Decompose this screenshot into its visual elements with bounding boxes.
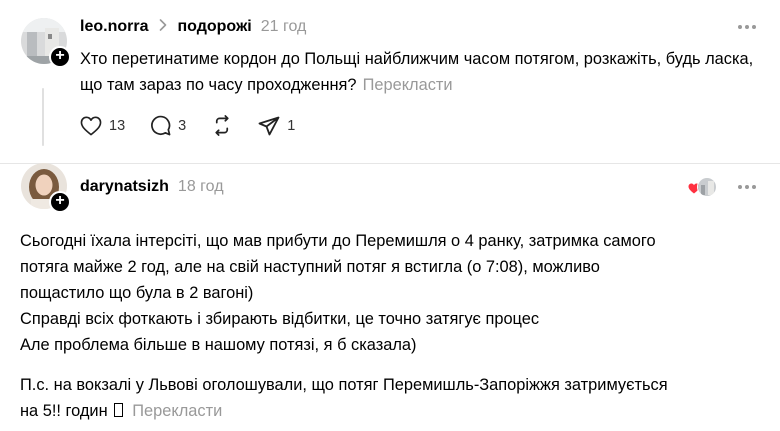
post-username[interactable]: leo.norra xyxy=(80,18,148,36)
reply-line: П.с. на вокзалі у Львові оголошували, що… xyxy=(20,376,668,394)
reply-username[interactable]: darynatsizh xyxy=(80,178,169,196)
reply-header: darynatsizh 18 год xyxy=(80,176,224,198)
follow-plus-icon[interactable]: + xyxy=(49,46,71,68)
share-button[interactable]: 1 xyxy=(258,116,295,136)
send-icon xyxy=(258,116,280,136)
share-count: 1 xyxy=(287,117,296,134)
post-author-avatar[interactable]: + xyxy=(21,18,71,68)
reply-line: Сьогодні їхала інтерсіті, що мав прибути… xyxy=(20,232,656,250)
follow-plus-icon[interactable]: + xyxy=(49,191,71,213)
like-count: 13 xyxy=(109,117,126,134)
comment-count: 3 xyxy=(178,117,187,134)
chevron-right-icon xyxy=(159,18,167,36)
heart-icon xyxy=(80,116,102,136)
reply-line: потяга майже 2 год, але на свій наступни… xyxy=(20,258,600,276)
repost-icon xyxy=(211,115,233,136)
more-dots-icon[interactable] xyxy=(738,185,756,189)
post-text: Хто перетинатиме кордон до Польщі найбли… xyxy=(80,46,770,98)
reply-line: Але проблема більше в нашому потязі, я б… xyxy=(20,336,417,354)
translate-link[interactable]: Перекласти xyxy=(132,402,222,420)
reply-timestamp[interactable]: 18 год xyxy=(178,178,224,196)
reaction-avatar xyxy=(697,177,717,197)
author-reaction[interactable] xyxy=(688,177,718,197)
reply-author-avatar[interactable]: + xyxy=(21,163,71,213)
reply-text: Сьогодні їхала інтерсіті, що мав прибути… xyxy=(20,228,770,424)
post-leo-norra: + leo.norra подорожі 21 год Хто перетина… xyxy=(0,0,780,163)
post-topic-tag[interactable]: подорожі xyxy=(177,18,251,36)
reply-line: пощастило що була в 2 вагоні) xyxy=(20,284,254,302)
translate-link[interactable]: Перекласти xyxy=(363,76,453,94)
comment-button[interactable]: 3 xyxy=(150,115,186,136)
post-header: leo.norra подорожі 21 год xyxy=(80,16,306,38)
post-timestamp[interactable]: 21 год xyxy=(261,18,307,36)
thread-connector-line xyxy=(42,88,44,146)
repost-button[interactable] xyxy=(211,115,233,136)
post-divider xyxy=(0,163,780,164)
missing-emoji-glyph xyxy=(114,403,124,417)
more-dots-icon[interactable] xyxy=(738,25,756,29)
comment-icon xyxy=(150,115,171,136)
reply-line: на 5!! годин xyxy=(20,402,108,420)
post-actions: 13 3 1 xyxy=(80,115,320,136)
like-button[interactable]: 13 xyxy=(80,116,125,136)
reply-line: Справді всіх фоткають і збирають відбитк… xyxy=(20,310,540,328)
